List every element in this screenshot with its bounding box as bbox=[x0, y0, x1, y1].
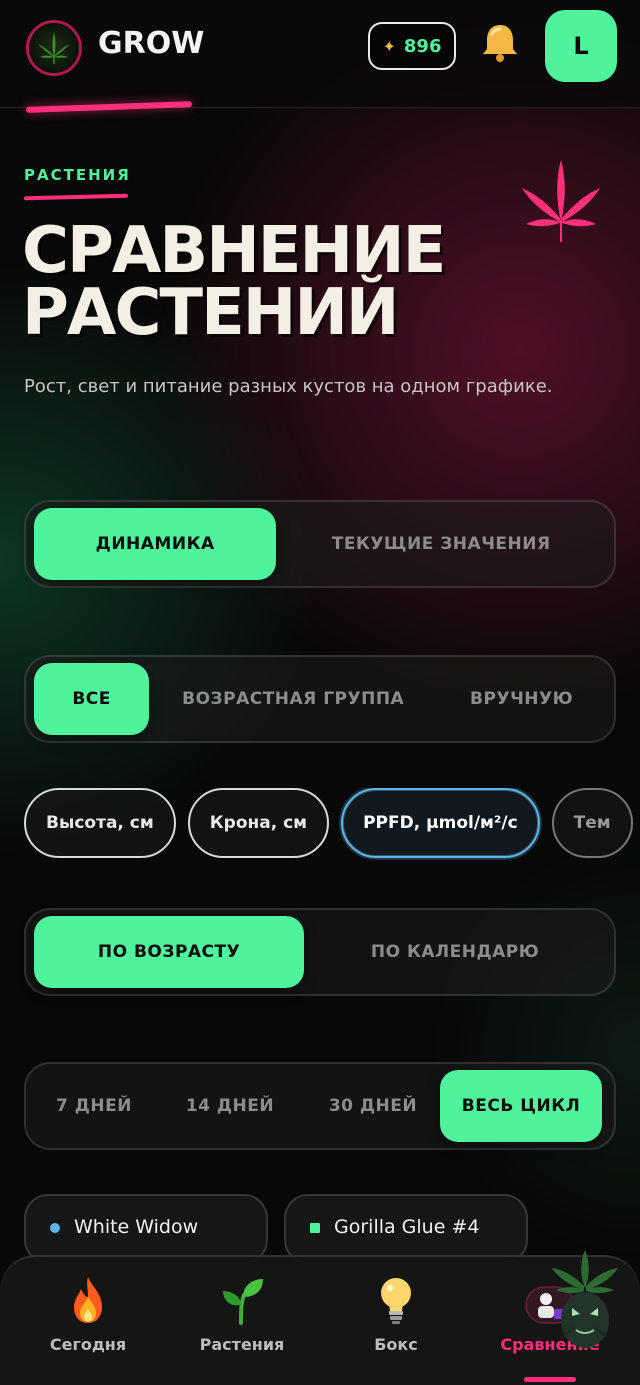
range-toggle: 7 дней 14 дней 30 дней Весь цикл bbox=[24, 1062, 616, 1150]
view-mode-dynamics[interactable]: Динамика bbox=[34, 508, 277, 580]
nav-label: Бокс bbox=[374, 1335, 418, 1354]
view-mode-toggle: Динамика Текущие значения bbox=[24, 500, 616, 588]
coin-count: 896 bbox=[403, 35, 442, 57]
user-avatar[interactable]: L bbox=[545, 10, 617, 82]
bell-icon[interactable] bbox=[474, 16, 526, 68]
nav-active-indicator bbox=[524, 1377, 576, 1382]
nav-item-today[interactable]: Сегодня bbox=[18, 1273, 158, 1373]
header-accent-line bbox=[25, 101, 193, 113]
group-mode-toggle: Все Возрастная группа Вручную bbox=[24, 655, 616, 743]
fire-icon bbox=[66, 1273, 110, 1327]
lightbulb-icon bbox=[376, 1273, 416, 1327]
view-mode-current-values[interactable]: Текущие значения bbox=[276, 508, 606, 580]
coin-balance-button[interactable]: ✦ 896 bbox=[368, 22, 456, 70]
series-marker-square bbox=[310, 1223, 320, 1233]
spark-icon: ✦ bbox=[382, 36, 396, 56]
plant-card[interactable]: White Widow bbox=[24, 1194, 268, 1264]
range-30-days[interactable]: 30 дней bbox=[306, 1070, 440, 1142]
group-mode-all[interactable]: Все bbox=[34, 663, 150, 735]
axis-mode-toggle: По возрасту По календарю bbox=[24, 908, 616, 996]
metric-chip-height[interactable]: Высота, см bbox=[24, 788, 176, 858]
nav-item-plants[interactable]: Растения bbox=[172, 1273, 312, 1373]
range-7-days[interactable]: 7 дней bbox=[34, 1070, 154, 1142]
logo-leaf-icon[interactable] bbox=[26, 20, 82, 76]
page-title: Сравнение растений bbox=[22, 214, 542, 350]
mascot-plant-icon[interactable] bbox=[548, 1246, 622, 1350]
metric-chip-crown[interactable]: Крона, см bbox=[187, 788, 330, 858]
axis-mode-by-age[interactable]: По возрасту bbox=[34, 916, 305, 988]
app-header: GROW ✦ 896 L bbox=[0, 0, 640, 113]
metric-chips: Высота, см Крона, см PPFD, μmol/м²/с Тем bbox=[24, 788, 640, 860]
metric-chip-ppfd[interactable]: PPFD, μmol/м²/с bbox=[341, 788, 540, 858]
nav-item-box[interactable]: Бокс bbox=[326, 1273, 466, 1373]
plant-name: White Widow bbox=[74, 1216, 199, 1238]
plant-name: Gorilla Glue #4 bbox=[334, 1216, 480, 1238]
nav-label: Сегодня bbox=[49, 1335, 127, 1354]
range-whole-cycle[interactable]: Весь цикл bbox=[440, 1070, 602, 1142]
metric-chip-temperature[interactable]: Тем bbox=[551, 788, 633, 858]
group-mode-age-group[interactable]: Возрастная группа bbox=[149, 663, 437, 735]
nav-label: Растения bbox=[199, 1335, 285, 1354]
section-eyebrow: РАСТЕНИЯ bbox=[24, 166, 131, 184]
sprout-icon bbox=[219, 1273, 265, 1327]
range-14-days[interactable]: 14 дней bbox=[154, 1070, 306, 1142]
page-title-line-2: растений bbox=[22, 276, 399, 350]
eyebrow-underline bbox=[23, 193, 129, 201]
bottom-navigation: Сегодня Растения Бокс Сравнение bbox=[0, 1255, 640, 1385]
page-subtitle: Рост, свет и питание разных кустов на од… bbox=[24, 376, 553, 397]
page-title-line-1: Сравнение bbox=[22, 214, 446, 288]
axis-mode-by-calendar[interactable]: По календарю bbox=[304, 916, 606, 988]
brand-name: GROW bbox=[98, 26, 205, 61]
series-marker-circle bbox=[50, 1223, 60, 1233]
group-mode-manual[interactable]: Вручную bbox=[437, 663, 606, 735]
plant-card[interactable]: Gorilla Glue #4 bbox=[284, 1194, 528, 1264]
